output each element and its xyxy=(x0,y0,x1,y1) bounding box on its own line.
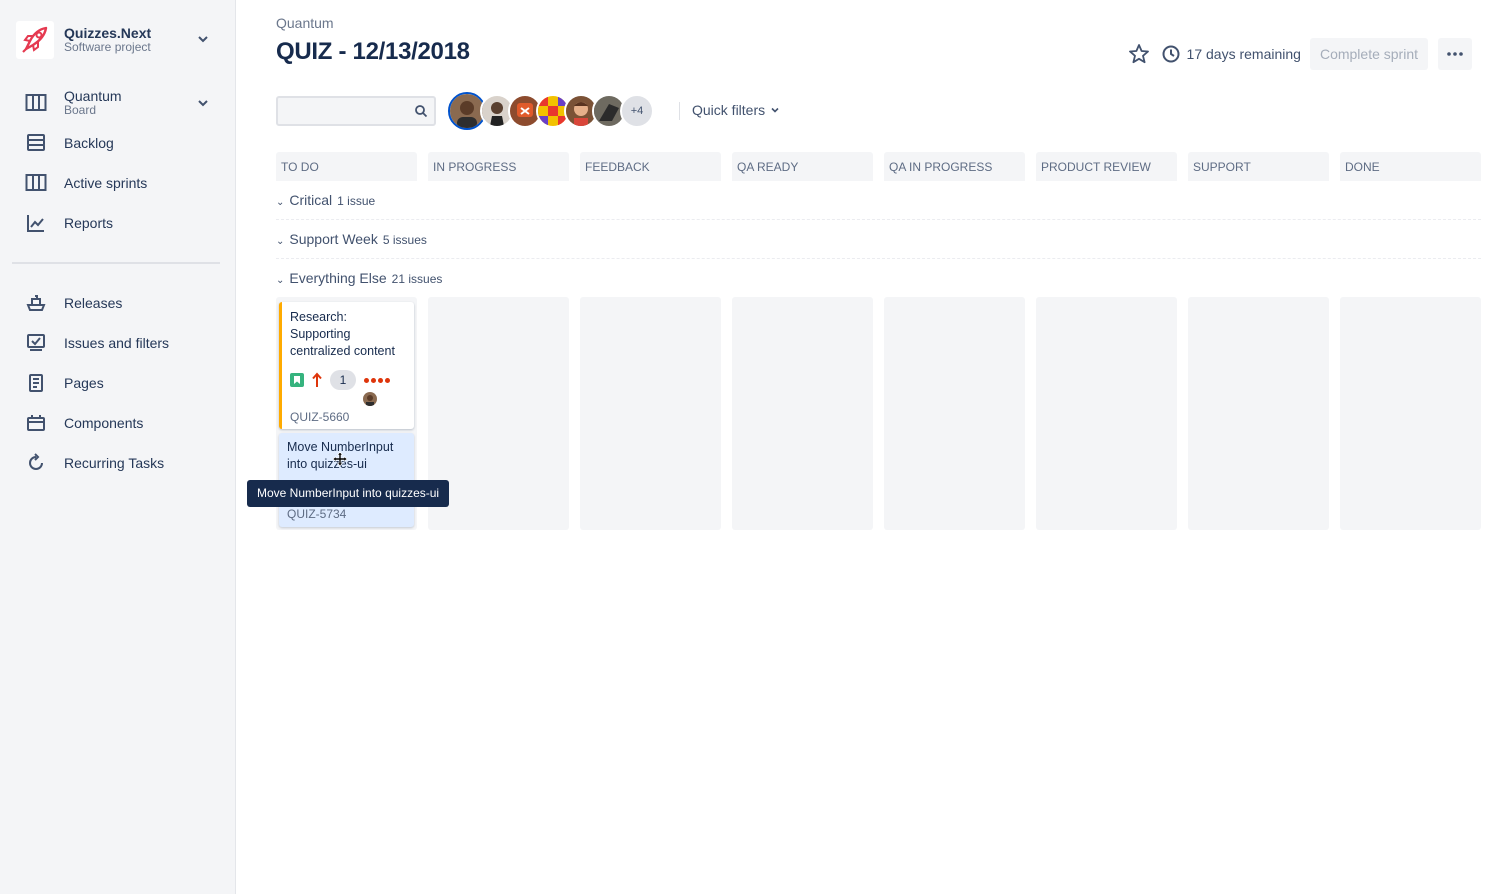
ship-icon xyxy=(24,291,48,315)
issue-card[interactable]: Research: Supporting centralized content… xyxy=(279,302,414,429)
days-remaining: 17 days remaining xyxy=(1186,46,1301,62)
swimlane-title: Support Week xyxy=(289,231,378,247)
quick-filters-dropdown[interactable]: Quick filters xyxy=(692,102,781,118)
issues-icon xyxy=(24,331,48,355)
more-actions-button[interactable] xyxy=(1438,38,1472,70)
board-title: Quantum xyxy=(64,88,122,104)
refresh-icon xyxy=(24,451,48,475)
sidebar-item-label: Pages xyxy=(64,375,104,391)
quick-filters-label: Quick filters xyxy=(692,102,766,118)
sidebar-item-active-sprints[interactable]: Active sprints xyxy=(0,163,236,203)
avatar xyxy=(363,392,377,406)
chart-icon xyxy=(24,211,48,235)
sidebar-item-components[interactable]: Components xyxy=(0,403,236,443)
swimlane-everything-else[interactable]: ⌄ Everything Else 21 issues xyxy=(276,270,442,286)
sidebar-item-recurring-tasks[interactable]: Recurring Tasks xyxy=(0,443,236,483)
board-subtitle: Board xyxy=(64,103,97,117)
swimlane-title: Everything Else xyxy=(289,270,387,286)
sidebar-divider xyxy=(12,262,220,264)
star-icon[interactable] xyxy=(1127,42,1151,66)
column-header-in-progress: IN PROGRESS xyxy=(428,152,569,181)
filter-divider xyxy=(679,102,680,120)
priority-highest-icon xyxy=(312,372,322,387)
sidebar-item-label: Recurring Tasks xyxy=(64,455,165,471)
component-icon xyxy=(24,411,48,435)
chevron-down-icon xyxy=(771,107,779,113)
column-header-todo: TO DO xyxy=(276,152,417,181)
column-header-product-review: PRODUCT REVIEW xyxy=(1036,152,1177,181)
lane-qa-in-progress[interactable] xyxy=(884,297,1025,530)
tooltip: Move NumberInput into quizzes-ui xyxy=(247,480,450,507)
lane-support[interactable] xyxy=(1188,297,1329,530)
complete-sprint-button[interactable]: Complete sprint xyxy=(1309,38,1428,70)
story-points-badge: 1 xyxy=(330,370,356,390)
sidebar-item-label: Reports xyxy=(64,215,114,231)
swimlane-count: 1 issue xyxy=(337,194,376,208)
sidebar-item-pages[interactable]: Pages xyxy=(0,363,236,403)
lane-product-review[interactable] xyxy=(1036,297,1177,530)
search-field[interactable] xyxy=(276,96,436,126)
column-header-qa-ready: QA READY xyxy=(732,152,873,181)
chevron-down-icon: ⌄ xyxy=(276,275,285,286)
clock-icon xyxy=(1162,45,1180,63)
swimlane-count: 5 issues xyxy=(382,233,427,247)
sidebar-item-label: Active sprints xyxy=(64,175,148,191)
sidebar-item-board[interactable]: Quantum Board xyxy=(0,83,236,123)
sidebar-item-issues-filters[interactable]: Issues and filters xyxy=(0,323,236,363)
swimlane-critical[interactable]: ⌄ Critical 1 issue xyxy=(276,192,375,208)
lane-qa-ready[interactable] xyxy=(732,297,873,530)
backlog-icon xyxy=(24,131,48,155)
issue-key[interactable]: QUIZ-5734 xyxy=(287,507,346,521)
rocket-logo-icon xyxy=(16,21,54,59)
story-icon xyxy=(290,373,304,387)
board-icon xyxy=(24,91,48,115)
assignee-filter: +4 xyxy=(448,92,654,130)
chevron-down-icon: ⌄ xyxy=(276,197,285,208)
swimlane-count: 21 issues xyxy=(391,272,443,286)
chevron-down-icon: ⌄ xyxy=(276,236,285,247)
move-cursor-icon xyxy=(333,452,347,466)
project-name: Quizzes.Next xyxy=(64,25,152,41)
swimlane-divider xyxy=(276,258,1481,259)
epic-dots-icon xyxy=(364,377,390,383)
breadcrumb[interactable]: Quantum xyxy=(276,15,334,31)
sidebar: Quizzes.Next Software project Quantum Bo… xyxy=(0,0,236,894)
board-icon xyxy=(24,171,48,195)
swimlane-title: Critical xyxy=(289,192,333,208)
sidebar-item-releases[interactable]: Releases xyxy=(0,283,236,323)
page-icon xyxy=(24,371,48,395)
page-title: QUIZ - 12/13/2018 xyxy=(276,38,470,65)
sidebar-item-label: Components xyxy=(64,415,144,431)
column-header-done: DONE xyxy=(1340,152,1481,181)
chevron-down-icon xyxy=(198,100,208,107)
issue-summary: Move NumberInput into quizzes-ui xyxy=(287,440,394,471)
column-header-qa-in-progress: QA IN PROGRESS xyxy=(884,152,1025,181)
lane-in-progress[interactable] xyxy=(428,297,569,530)
sidebar-item-reports[interactable]: Reports xyxy=(0,203,236,243)
issue-key[interactable]: QUIZ-5660 xyxy=(290,410,349,424)
project-switcher[interactable]: Quizzes.Next Software project xyxy=(16,20,216,60)
chevron-down-icon xyxy=(198,36,208,43)
sidebar-item-label: Releases xyxy=(64,295,123,311)
search-icon xyxy=(415,105,428,118)
lane-feedback[interactable] xyxy=(580,297,721,530)
sidebar-item-label: Backlog xyxy=(64,135,114,151)
more-icon xyxy=(1447,52,1463,56)
more-assignees-badge[interactable]: +4 xyxy=(620,94,654,128)
column-header-feedback: FEEDBACK xyxy=(580,152,721,181)
issue-summary: Research: Supporting centralized content xyxy=(290,310,395,358)
column-header-support: SUPPORT xyxy=(1188,152,1329,181)
search-input[interactable] xyxy=(284,102,404,120)
sidebar-item-backlog[interactable]: Backlog xyxy=(0,123,236,163)
project-type: Software project xyxy=(64,40,151,54)
swimlane-divider xyxy=(276,219,1481,220)
swimlane-support-week[interactable]: ⌄ Support Week 5 issues xyxy=(276,231,427,247)
lane-done[interactable] xyxy=(1340,297,1481,530)
sidebar-item-label: Issues and filters xyxy=(64,335,170,351)
